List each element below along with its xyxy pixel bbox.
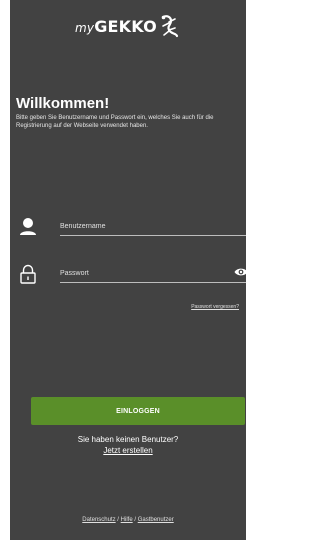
password-field	[18, 264, 246, 288]
welcome-instructions: Bitte geben Sie Benutzername und Passwor…	[16, 115, 214, 129]
username-input[interactable]	[60, 218, 220, 234]
footer-links: Datenschutz / Hilfe / Gastbenutzer	[10, 517, 246, 523]
login-button[interactable]: EINLOGGEN	[31, 397, 245, 425]
password-underline	[60, 264, 246, 283]
user-icon	[20, 218, 36, 235]
mygekko-logo: myGEKKO	[10, 12, 246, 40]
lock-icon	[20, 264, 36, 284]
logo-wordmark: myGEKKO	[75, 16, 157, 36]
username-underline	[60, 217, 246, 236]
login-screen: myGEKKO Willkommen! Bitte geben Sie Benu…	[10, 0, 246, 540]
help-link[interactable]: Hilfe	[121, 517, 133, 523]
create-account-row: Jetzt erstellen	[10, 446, 246, 455]
privacy-link[interactable]: Datenschutz	[82, 517, 115, 523]
guest-link[interactable]: Gastbenutzer	[138, 517, 174, 523]
forgot-password-link[interactable]: Passwort vergessen?	[191, 304, 239, 310]
username-field	[18, 217, 246, 241]
gecko-icon	[161, 15, 179, 38]
no-user-text: Sie haben keinen Benutzer?	[77, 435, 179, 444]
show-password-icon[interactable]	[234, 267, 246, 277]
welcome-title: Willkommen!	[16, 95, 110, 112]
create-account-link[interactable]: Jetzt erstellen	[103, 446, 152, 455]
password-input[interactable]	[60, 265, 220, 281]
